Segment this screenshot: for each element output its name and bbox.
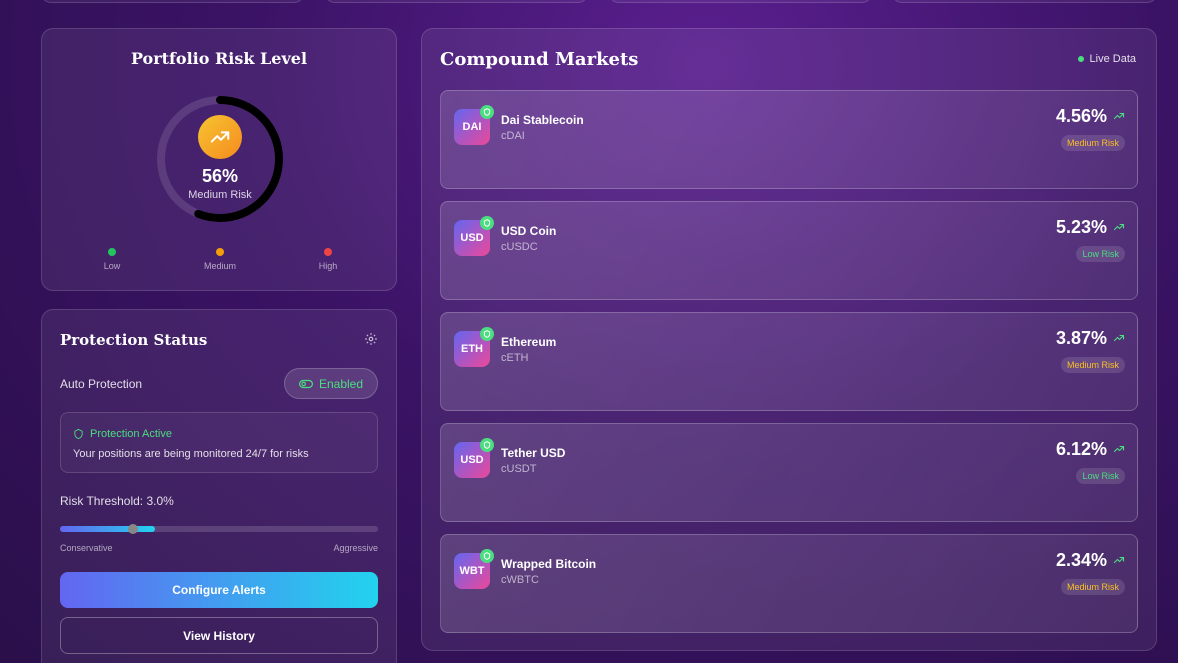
- risk-gauge: 56% Medium Risk: [155, 94, 285, 224]
- slider-thumb[interactable]: [128, 524, 139, 534]
- token-name: Wrapped Bitcoin: [501, 557, 597, 571]
- legend-dot: [108, 248, 116, 256]
- slider-fill: [60, 526, 156, 532]
- status-title-text: Protection Active: [90, 428, 172, 440]
- trending-up-icon: [1113, 334, 1125, 342]
- live-data-indicator: Live Data: [1077, 53, 1136, 65]
- risk-badge: Low Risk: [1076, 246, 1125, 262]
- auto-protection-toggle[interactable]: Enabled: [284, 368, 378, 399]
- compound-markets-panel: Compound Markets Live Data DAI Dai Stabl…: [421, 28, 1157, 651]
- legend-label: High: [318, 261, 338, 271]
- stat-card: [325, 0, 588, 3]
- trending-up-icon: [1113, 112, 1125, 120]
- risk-gauge-ring: [157, 96, 283, 222]
- market-list: DAI Dai Stablecoin cDAI 4.56% Medium Ris…: [440, 90, 1138, 645]
- legend-medium: Medium: [190, 248, 250, 271]
- token-icon: USD: [454, 438, 494, 478]
- panel-title: Protection Status: [60, 331, 208, 349]
- shield-icon: [480, 549, 494, 563]
- market-card[interactable]: USD USD Coin cUSDC 5.23% Low Risk: [440, 201, 1138, 300]
- legend-high: High: [298, 248, 358, 271]
- legend-low: Low: [82, 248, 142, 271]
- token-symbol: cETH: [501, 352, 529, 364]
- market-card[interactable]: ETH Ethereum cETH 3.87% Medium Risk: [440, 312, 1138, 411]
- trending-up-icon: [1113, 556, 1125, 564]
- auto-protection-label: Auto Protection: [60, 377, 143, 391]
- portfolio-risk-panel: Portfolio Risk Level 56% Medium Risk Low…: [41, 28, 397, 291]
- configure-alerts-button[interactable]: Configure Alerts: [60, 572, 378, 608]
- token-symbol: cUSDC: [501, 241, 538, 253]
- token-icon-label: ETH: [461, 343, 483, 355]
- protection-status-panel: Protection Status Auto Protection Enable…: [41, 309, 397, 663]
- toggle-label: Enabled: [318, 376, 364, 391]
- risk-threshold-slider[interactable]: [60, 524, 378, 534]
- risk-level-label: Medium Risk: [188, 189, 252, 201]
- trending-up-icon: [1113, 223, 1125, 231]
- apy-value: 5.23%: [1055, 217, 1107, 237]
- shield-icon: [480, 438, 494, 452]
- legend-label: Medium: [203, 261, 236, 271]
- token-name: Ethereum: [501, 335, 557, 349]
- gear-icon[interactable]: [364, 332, 378, 346]
- token-symbol: cWBTC: [501, 574, 539, 586]
- token-icon: DAI: [454, 105, 494, 145]
- market-card[interactable]: USD Tether USD cUSDT 6.12% Low Risk: [440, 423, 1138, 522]
- view-history-button[interactable]: View History: [60, 617, 378, 654]
- risk-badge: Medium Risk: [1060, 135, 1125, 151]
- token-icon: WBT: [454, 549, 494, 589]
- risk-badge: Medium Risk: [1060, 579, 1125, 595]
- shield-icon: [480, 327, 494, 341]
- protection-active-box: Protection Active Your positions are bei…: [60, 412, 378, 473]
- live-dot: [1077, 56, 1084, 62]
- token-icon-label: WBT: [459, 565, 485, 577]
- legend-dot: [324, 248, 332, 256]
- token-icon: USD: [454, 216, 494, 256]
- risk-badge: Low Risk: [1076, 468, 1125, 484]
- market-card[interactable]: DAI Dai Stablecoin cDAI 4.56% Medium Ris…: [440, 90, 1138, 189]
- shield-icon: [480, 105, 494, 119]
- protection-active-description: Your positions are being monitored 24/7 …: [73, 448, 309, 460]
- legend-label: Low: [103, 261, 121, 271]
- panel-title: Compound Markets: [440, 49, 639, 70]
- apy-value: 3.87%: [1055, 328, 1107, 348]
- token-icon-label: DAI: [462, 121, 482, 133]
- token-symbol: cUSDT: [501, 463, 537, 475]
- token-name: USD Coin: [501, 224, 557, 238]
- shield-icon: [480, 216, 494, 230]
- token-symbol: cDAI: [501, 130, 525, 142]
- token-icon-label: USD: [460, 232, 484, 244]
- trending-up-icon: [1113, 445, 1125, 453]
- range-max-label: Aggressive: [333, 543, 378, 553]
- stat-card: [892, 0, 1157, 3]
- risk-badge: Medium Risk: [1060, 357, 1125, 373]
- token-name: Tether USD: [501, 446, 566, 460]
- toggle-icon: [298, 379, 313, 388]
- protection-active-title: Protection Active: [73, 428, 172, 440]
- stat-card: [609, 0, 872, 3]
- risk-threshold-label: Risk Threshold: 3.0%: [60, 494, 174, 508]
- panel-title: Portfolio Risk Level: [130, 49, 308, 68]
- live-label: Live Data: [1089, 53, 1136, 65]
- trending-up-icon: [198, 115, 242, 159]
- apy-value: 4.56%: [1055, 106, 1107, 126]
- shield-icon: [74, 428, 83, 440]
- token-icon-label: USD: [460, 454, 484, 466]
- apy-value: 2.34%: [1055, 550, 1107, 570]
- stat-card: [41, 0, 304, 3]
- market-card[interactable]: WBT Wrapped Bitcoin cWBTC 2.34% Medium R…: [440, 534, 1138, 633]
- apy-value: 6.12%: [1055, 439, 1107, 459]
- token-icon: ETH: [454, 327, 494, 367]
- legend-dot: [216, 248, 224, 256]
- token-name: Dai Stablecoin: [501, 113, 584, 127]
- risk-percent: 56%: [201, 166, 239, 186]
- range-min-label: Conservative: [60, 543, 113, 553]
